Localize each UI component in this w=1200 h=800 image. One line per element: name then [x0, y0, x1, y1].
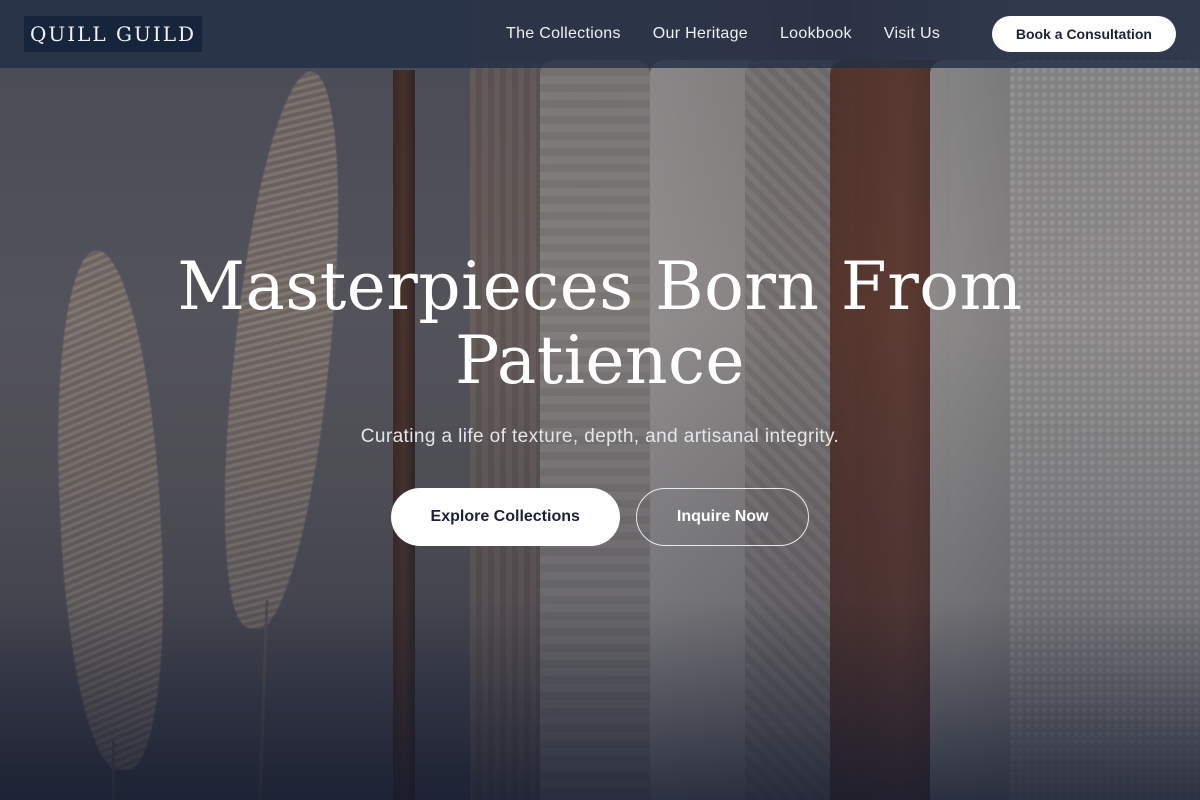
page: QUILL GUILD The Collections Our Heritage… — [0, 0, 1200, 800]
hero-section: Masterpieces Born From Patience Curating… — [0, 250, 1200, 546]
main-nav: The Collections Our Heritage Lookbook Vi… — [490, 0, 956, 68]
hero-title: Masterpieces Born From Patience — [177, 248, 1023, 399]
hero-buttons: Explore Collections Inquire Now — [0, 488, 1200, 546]
nav-item-collections[interactable]: The Collections — [506, 25, 621, 43]
explore-collections-button[interactable]: Explore Collections — [390, 488, 620, 546]
nav-item-lookbook[interactable]: Lookbook — [780, 25, 852, 43]
brand-logo[interactable]: QUILL GUILD — [24, 16, 202, 52]
nav-item-heritage[interactable]: Our Heritage — [653, 25, 748, 43]
hero-subtitle: Curating a life of texture, depth, and a… — [360, 426, 840, 447]
site-header: QUILL GUILD The Collections Our Heritage… — [0, 0, 1200, 68]
nav-item-visit-us[interactable]: Visit Us — [884, 25, 940, 43]
book-consultation-button[interactable]: Book a Consultation — [991, 16, 1176, 52]
inquire-now-button[interactable]: Inquire Now — [635, 488, 810, 546]
